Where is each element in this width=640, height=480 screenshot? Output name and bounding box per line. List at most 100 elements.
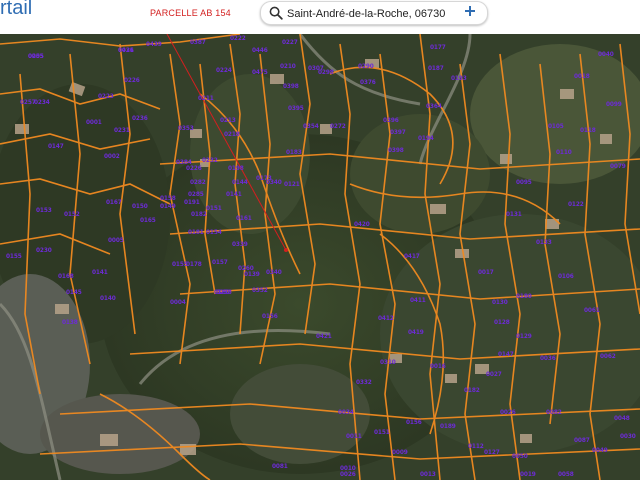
parcel-number-label: 0050 [512, 454, 528, 460]
parcel-number-label: 0198 [228, 166, 244, 172]
parcel-number-label: 0398 [283, 84, 299, 90]
parcel-number-label: 0232 [202, 158, 218, 164]
parcel-number-label: 0048 [614, 416, 630, 422]
parcel-number-label: 0004 [170, 300, 186, 306]
parcel-number-label: 0127 [484, 450, 500, 456]
parcel-number-label: 0364 [426, 104, 442, 110]
parcel-number-label: 0181 [188, 230, 204, 236]
parcel-number-label: 0145 [66, 290, 82, 296]
parcel-number-label: 0411 [410, 298, 426, 304]
search-input[interactable] [285, 4, 449, 24]
parcel-number-label: 0420 [354, 222, 370, 228]
parcel-number-label: 0177 [430, 45, 446, 51]
parcel-number-label: 0340 [266, 270, 282, 276]
parcel-number-label: 0187 [428, 66, 444, 72]
parcel-number-label: 0121 [284, 182, 300, 188]
parcel-number-label: 0446 [252, 48, 268, 54]
parcel-number-label: 0191 [184, 200, 200, 206]
parcel-number-label: 0157 [212, 260, 228, 266]
parcel-number-label: 0227 [282, 40, 298, 46]
parcel-number-label: 0353 [178, 126, 194, 132]
parcel-number-label: 0151 [206, 206, 222, 212]
parcel-number-label: 0183 [286, 150, 302, 156]
aerial-imagery [0, 34, 640, 480]
parcel-number-label: 0018 [574, 74, 590, 80]
parcel-number-label: 0147 [498, 352, 514, 358]
parcel-number-label: 0194 [418, 136, 434, 142]
parcel-number-label: 0168 [58, 274, 74, 280]
parcel-number-label: 0021 [118, 48, 134, 54]
add-search-button[interactable] [461, 4, 479, 22]
parcel-number-label: 0005 [28, 54, 44, 60]
parcel-number-label: 0110 [556, 150, 572, 156]
parcel-number-label: 0130 [492, 300, 508, 306]
parcel-number-label: 0234 [34, 100, 50, 106]
parcel-number-label: 0158 [160, 196, 176, 202]
parcel-number-label: 0011 [346, 434, 362, 440]
parcel-number-label: 0153 [36, 208, 52, 214]
parcel-number-label: 0079 [610, 164, 626, 170]
parcel-number-label: 0387 [190, 40, 206, 46]
parcel-number-label: 0352 [252, 288, 268, 294]
parcel-number-label: 0017 [478, 270, 494, 276]
parcel-number-label: 0210 [280, 64, 296, 70]
parcel-number-label: 0016 [430, 364, 446, 370]
parcel-number-label: 0061 [584, 308, 600, 314]
parcel-number-label: 0019 [520, 472, 536, 478]
parcel-number-label: 0167 [106, 200, 122, 206]
parcel-number-label: 0419 [408, 330, 424, 336]
parcel-number-label: 0112 [468, 444, 484, 450]
search-bar[interactable] [260, 1, 488, 25]
parcel-number-label: 0141 [226, 192, 242, 198]
parcel-number-label: 0087 [574, 438, 590, 444]
parcel-number-label: 0149 [160, 204, 176, 210]
parcel-number-label: 0310 [380, 360, 396, 366]
parcel-number-label: 0213 [220, 118, 236, 124]
parcel-annotation-label: PARCELLE AB 154 [150, 8, 231, 18]
parcel-number-label: 0152 [64, 212, 80, 218]
brand-logo-text: rtail [0, 0, 33, 19]
parcel-number-label: 0298 [318, 70, 334, 76]
parcel-number-label: 0147 [48, 144, 64, 150]
cadastral-map[interactable]: 0255 0436 0439 0387 0222 0446 0227 0226 0257 0224… [0, 34, 640, 480]
parcel-number-label: 0282 [190, 180, 206, 186]
parcel-number-label: 0099 [606, 102, 622, 108]
parcel-number-label: 0122 [568, 202, 584, 208]
parcel-number-label: 0193 [451, 76, 467, 82]
parcel-number-label: 0040 [598, 52, 614, 58]
parcel-number-label: 0118 [580, 128, 596, 134]
parcel-number-label: 0231 [114, 128, 130, 134]
parcel-number-label: 0133 [536, 240, 552, 246]
parcel-number-label: 0412 [378, 316, 394, 322]
parcel-number-label: 0027 [486, 372, 502, 378]
parcel-number-label: 0058 [558, 472, 574, 478]
parcel-number-label: 0180 [516, 294, 532, 300]
parcel-number-label: 0062 [600, 354, 616, 360]
parcel-number-label: 0272 [330, 124, 346, 130]
parcel-number-label: 0417 [404, 254, 420, 260]
parcel-number-label: 0013 [420, 472, 436, 478]
parcel-number-label: 0151 [374, 430, 390, 436]
parcel-number-label: 0105 [548, 124, 564, 130]
parcel-marker [284, 248, 288, 252]
parcel-number-label: 0131 [506, 212, 522, 218]
parcel-number-label: 0182 [464, 388, 480, 394]
parcel-number-label: 0005 [108, 238, 124, 244]
parcel-number-label: 0218 [224, 132, 240, 138]
parcel-number-label: 0439 [146, 42, 162, 48]
parcel-number-label: 0396 [383, 118, 399, 124]
parcel-number-label: 0285 [188, 192, 204, 198]
parcel-number-label: 0026 [340, 472, 356, 478]
parcel-number-label: 0230 [36, 248, 52, 254]
parcel-number-label: 0165 [140, 218, 156, 224]
parcel-number-label: 0182 [191, 212, 207, 218]
parcel-number-label: 0155 [6, 254, 22, 260]
parcel-number-label: 0421 [316, 334, 332, 340]
parcel-number-label: 0475 [252, 70, 268, 76]
parcel-number-label: 0001 [86, 120, 102, 126]
parcel-number-label: 0395 [288, 106, 304, 112]
parcel-number-label: 0081 [272, 464, 288, 470]
parcel-number-label: 0178 [186, 262, 202, 268]
parcel-number-label: 0002 [104, 154, 120, 160]
parcel-number-label: 0128 [494, 320, 510, 326]
